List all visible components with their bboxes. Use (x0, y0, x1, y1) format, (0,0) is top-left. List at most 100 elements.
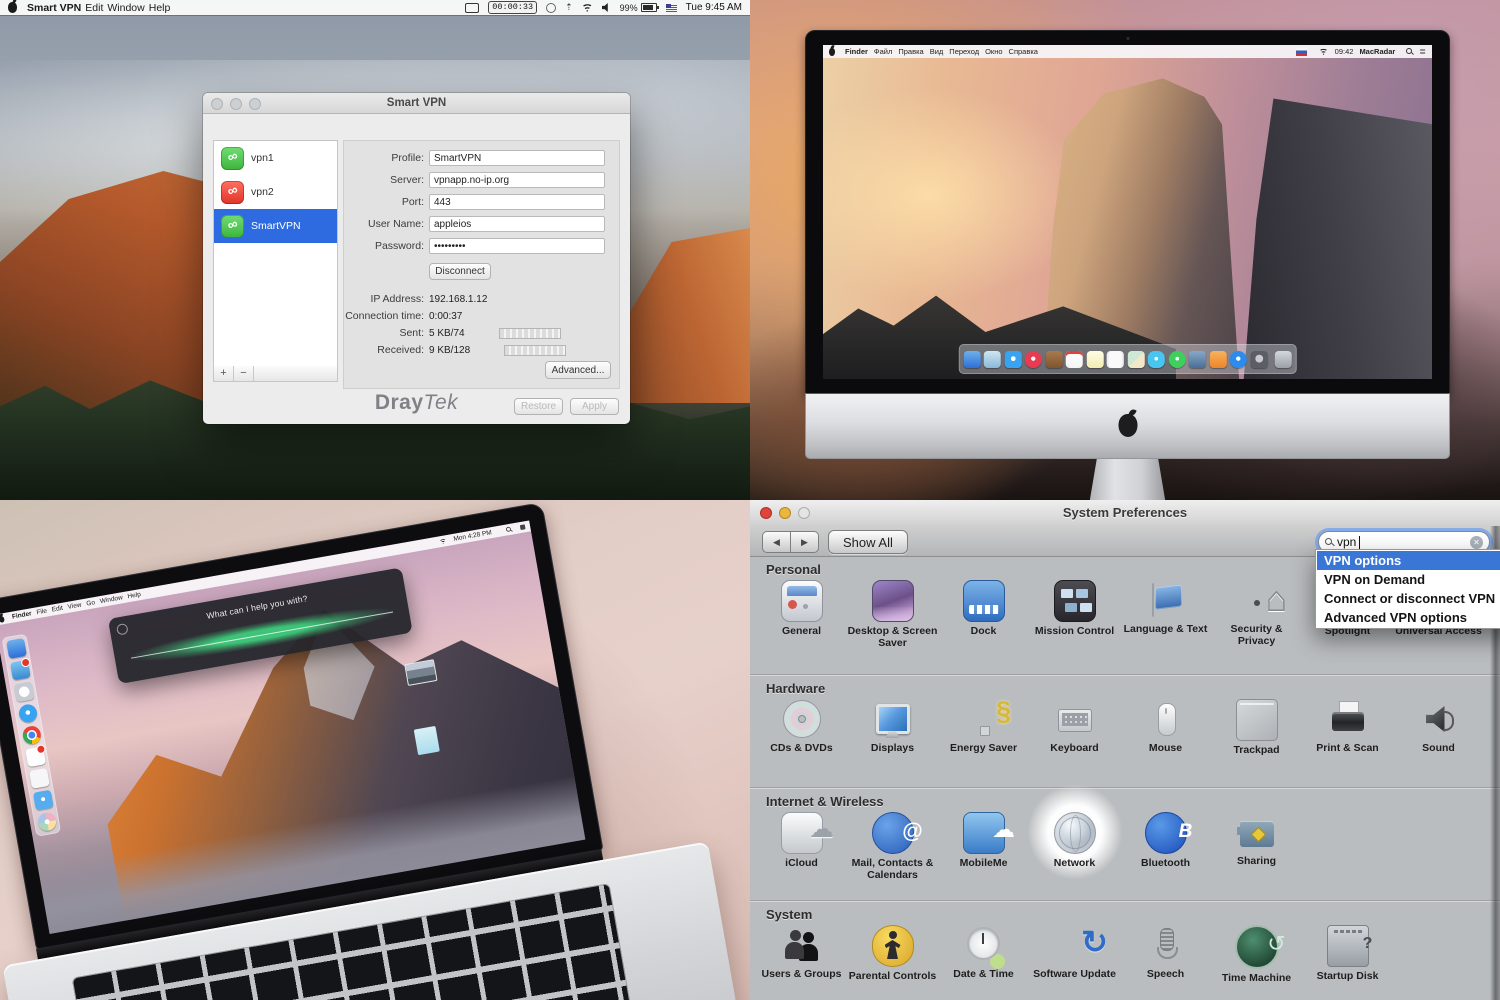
mobileme-icon[interactable] (963, 812, 1005, 854)
profile-row-vpn2[interactable]: vpn2 (214, 175, 337, 209)
security-privacy-icon[interactable] (1237, 580, 1277, 620)
calendar-dock-icon[interactable] (1066, 351, 1083, 368)
pref-speech[interactable]: Speech (1120, 925, 1211, 984)
pref-sharing[interactable]: Sharing (1211, 812, 1302, 881)
menu-clock[interactable]: 09:42 (1335, 47, 1354, 56)
back-button[interactable]: ◀ (762, 531, 790, 553)
menu-help[interactable]: Help (149, 2, 171, 14)
menu-view[interactable]: Вид (930, 47, 944, 56)
dock-icon[interactable] (963, 580, 1005, 622)
pref-software-update[interactable]: Software Update (1029, 925, 1120, 984)
apple-menu-icon[interactable] (8, 2, 17, 13)
pref-print-scan[interactable]: Print & Scan (1302, 699, 1393, 756)
menu-edit[interactable]: Edit (51, 605, 63, 614)
contacts-dock-icon[interactable] (1045, 351, 1062, 368)
minimize-button[interactable] (230, 98, 242, 110)
pref-cds-dvds[interactable]: CDs & DVDs (756, 699, 847, 756)
restore-button[interactable]: Restore (514, 398, 563, 415)
ibooks-dock-icon[interactable] (1209, 351, 1226, 368)
pref-mobileme[interactable]: MobileMe (938, 812, 1029, 881)
notes-dock-icon[interactable] (1086, 351, 1103, 368)
menu-edit[interactable]: Edit (85, 2, 103, 14)
menu-go[interactable]: Переход (949, 47, 979, 56)
wifi-icon[interactable] (440, 538, 447, 544)
photos-dock-icon[interactable] (1189, 351, 1206, 368)
sharing-icon[interactable] (1237, 812, 1277, 852)
app-menu[interactable]: Finder (845, 47, 868, 56)
zoom-button[interactable] (249, 98, 261, 110)
ru-flag-icon[interactable] (1296, 48, 1307, 56)
notification-center-icon[interactable]: ≣ (1419, 47, 1426, 56)
airplay-display-icon[interactable] (465, 3, 479, 13)
spotlight-icon[interactable] (506, 526, 512, 532)
mail-contacts-icon[interactable] (872, 812, 914, 854)
chrome-dock-icon[interactable] (21, 725, 42, 746)
recording-timer[interactable]: 00:00:33 (488, 1, 537, 14)
pref-mission-control[interactable]: Mission Control (1029, 580, 1120, 649)
pref-dock[interactable]: Dock (938, 580, 1029, 649)
pref-network-highlighted[interactable]: Network (1029, 812, 1120, 881)
mission-control-icon[interactable] (1054, 580, 1096, 622)
users-groups-icon[interactable] (782, 925, 822, 965)
trash-dock-icon[interactable] (1275, 351, 1292, 368)
close-button[interactable] (760, 507, 772, 519)
date-time-icon[interactable] (964, 925, 1004, 965)
pref-parental-controls[interactable]: Parental Controls (847, 925, 938, 984)
appstore-dock-icon[interactable] (1230, 351, 1247, 368)
finder-window-dock-icon[interactable] (29, 768, 50, 789)
pref-energy-saver[interactable]: Energy Saver (938, 699, 1029, 756)
apply-button[interactable]: Apply (570, 398, 619, 415)
finder-dock-icon[interactable] (6, 638, 27, 659)
pref-displays[interactable]: Displays (847, 699, 938, 756)
server-field[interactable]: vpnapp.no-ip.org (429, 172, 605, 188)
menu-view[interactable]: View (67, 602, 82, 611)
speech-icon[interactable] (1146, 925, 1186, 965)
photos-dock-icon[interactable] (36, 811, 57, 832)
parental-controls-icon[interactable] (872, 925, 914, 967)
menu-file[interactable]: Файл (874, 47, 892, 56)
startup-disk-icon[interactable] (1327, 925, 1369, 967)
pref-date-time[interactable]: Date & Time (938, 925, 1029, 984)
siri-menu-icon[interactable] (520, 524, 526, 530)
pref-time-machine[interactable]: Time Machine (1211, 925, 1302, 984)
profile-row-smartvpn-selected[interactable]: SmartVPN (214, 209, 337, 243)
time-machine-icon[interactable] (1235, 925, 1279, 969)
clear-search-icon[interactable]: ✕ (1470, 536, 1483, 549)
volume-icon[interactable] (602, 3, 611, 12)
minimize-button[interactable] (779, 507, 791, 519)
us-flag-icon[interactable] (666, 4, 677, 12)
twitter-dock-icon[interactable] (32, 790, 53, 811)
profile-field[interactable]: SmartVPN (429, 150, 605, 166)
reminders-dock-icon[interactable] (1107, 351, 1124, 368)
mouse-icon[interactable] (1146, 699, 1186, 739)
wifi-icon[interactable] (1319, 48, 1328, 55)
pref-mouse[interactable]: Mouse (1120, 699, 1211, 756)
tweetbot-dock-icon[interactable] (9, 660, 30, 681)
record-circle-icon[interactable] (546, 3, 556, 13)
menu-go[interactable]: Go (86, 599, 96, 607)
itunes-dock-icon[interactable] (1025, 351, 1042, 368)
language-text-icon[interactable] (1146, 580, 1186, 620)
pref-users-groups[interactable]: Users & Groups (756, 925, 847, 984)
network-icon[interactable] (1054, 812, 1096, 854)
icloud-icon[interactable] (781, 812, 823, 854)
forward-button[interactable]: ▶ (790, 531, 819, 553)
menu-clock[interactable]: Mon 4:28 PM (453, 529, 492, 543)
slack-dock-icon[interactable] (25, 746, 46, 767)
software-update-icon[interactable] (1055, 925, 1095, 965)
energy-saver-icon[interactable] (964, 699, 1004, 739)
close-button[interactable] (211, 98, 223, 110)
zoom-button[interactable] (798, 507, 810, 519)
dropdown-item-advanced-vpn[interactable]: Advanced VPN options (1317, 608, 1500, 627)
pref-sound[interactable]: Sound (1393, 699, 1484, 756)
input-menu-arrow-icon[interactable]: ⇡ (565, 2, 573, 13)
apple-menu-icon[interactable] (829, 48, 835, 56)
password-field[interactable]: ••••••••• (429, 238, 605, 254)
menu-window[interactable]: Окно (985, 47, 1002, 56)
menu-help[interactable]: Справка (1009, 47, 1038, 56)
system-preferences-dock-icon[interactable] (1250, 351, 1267, 368)
desktop-screensaver-icon[interactable] (872, 580, 914, 622)
menu-clock[interactable]: Tue 9:45 AM (686, 2, 742, 13)
safari-dock-icon[interactable] (1004, 351, 1021, 368)
search-input-value[interactable]: vpn (1337, 535, 1356, 549)
